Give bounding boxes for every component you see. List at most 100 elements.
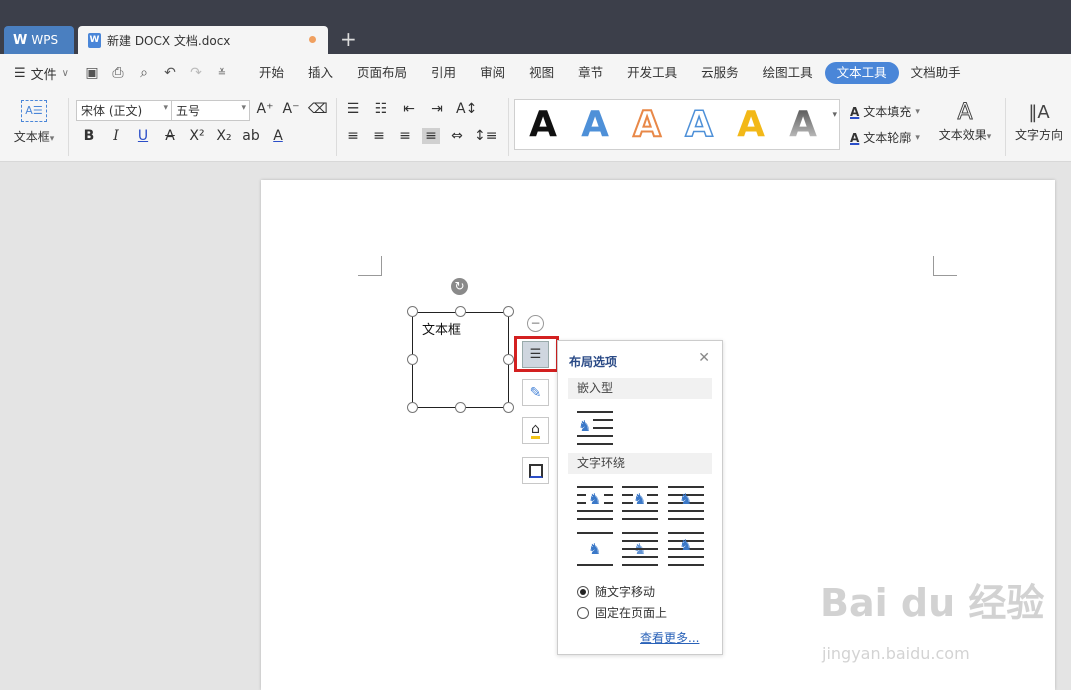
move-with-text-option[interactable]: 随文字移动 xyxy=(577,583,655,600)
resize-handle-top-left[interactable] xyxy=(407,306,418,317)
shrink-font-icon[interactable]: A⁻ xyxy=(282,101,300,117)
bullet-list-icon[interactable]: ☰ xyxy=(344,101,362,117)
tab-insert[interactable]: 插入 xyxy=(296,62,345,84)
text-fill-button[interactable]: A 文本填充 ▾ xyxy=(850,103,920,120)
tab-wps-label: WPS xyxy=(31,33,59,47)
text-box-content[interactable]: 文本框 xyxy=(422,319,461,338)
clear-format-icon[interactable]: ⌫ xyxy=(308,101,328,117)
text-style-gradient[interactable]: A xyxy=(785,103,821,147)
distribute-icon[interactable]: ⇔ xyxy=(448,128,466,144)
highlight-icon[interactable]: ab xyxy=(242,128,260,144)
underline-icon[interactable]: U xyxy=(134,128,152,144)
redo-icon[interactable]: ↷ xyxy=(187,65,205,81)
superscript-icon[interactable]: X² xyxy=(188,128,206,144)
tab-wps[interactable]: W WPS xyxy=(4,26,74,54)
wrap-top-bottom-icon[interactable]: ♞ xyxy=(577,532,613,566)
tab-cloud[interactable]: 云服务 xyxy=(689,62,751,84)
text-spacing-icon[interactable]: A↕ xyxy=(456,101,477,117)
resize-handle-bottom-left[interactable] xyxy=(407,402,418,413)
file-menu-button[interactable]: ☰ 文件 ∨ xyxy=(0,64,69,83)
hamburger-icon: ☰ xyxy=(14,65,26,81)
fill-button[interactable]: ⌂ xyxy=(522,417,549,444)
wrap-inline-icon[interactable]: ♞ xyxy=(577,411,613,445)
text-outline-label: 文本轮廓 xyxy=(863,131,912,145)
subscript-icon[interactable]: X₂ xyxy=(215,128,233,144)
text-style-gold[interactable]: A xyxy=(733,103,769,147)
word-doc-icon: W xyxy=(88,32,101,48)
tab-sections[interactable]: 章节 xyxy=(566,62,615,84)
popup-title: 布局选项 xyxy=(569,355,618,369)
text-style-black[interactable]: A xyxy=(525,103,561,147)
decrease-indent-icon[interactable]: ⇤ xyxy=(400,101,418,117)
brush-button[interactable]: ✎ xyxy=(522,379,549,406)
textbox-button[interactable]: A☰ 文本框▾ xyxy=(8,100,60,145)
font-name-select[interactable]: 宋体 (正文) xyxy=(76,100,172,121)
font-color-icon[interactable]: A xyxy=(269,128,287,144)
italic-icon[interactable]: I xyxy=(107,128,125,144)
text-style-blue[interactable]: A xyxy=(577,103,613,147)
strikethrough-icon[interactable]: A xyxy=(161,128,179,144)
text-direction-icon: ‖A xyxy=(1028,102,1050,123)
font-size-select[interactable]: 五号 xyxy=(171,100,250,121)
bold-icon[interactable]: B xyxy=(80,128,98,144)
unsaved-dot-icon[interactable] xyxy=(309,36,316,43)
tab-page-layout[interactable]: 页面布局 xyxy=(345,62,419,84)
tab-document[interactable]: W 新建 DOCX 文档.docx xyxy=(78,26,328,54)
increase-indent-icon[interactable]: ⇥ xyxy=(428,101,446,117)
line-spacing-icon[interactable]: ↕≡ xyxy=(474,128,497,144)
new-tab-button[interactable]: + xyxy=(340,28,357,50)
margin-marker-left xyxy=(358,256,382,276)
grow-font-icon[interactable]: A⁺ xyxy=(256,101,274,117)
align-left-icon[interactable]: ≡ xyxy=(344,128,362,144)
numbered-list-icon[interactable]: ☷ xyxy=(372,101,390,117)
resize-handle-left[interactable] xyxy=(407,354,418,365)
fix-on-page-option[interactable]: 固定在页面上 xyxy=(577,604,667,621)
text-direction-label: 文字方向 xyxy=(1014,128,1063,142)
text-outline-button[interactable]: A 文本轮廓 ▾ xyxy=(850,129,920,146)
tab-view[interactable]: 视图 xyxy=(517,62,566,84)
wrap-through-icon[interactable]: ♞ xyxy=(668,486,704,520)
baidu-watermark-logo: Bai du 经验 xyxy=(820,581,1045,625)
justify-icon[interactable]: ≡ xyxy=(422,128,440,144)
wrap-tight-icon[interactable]: ♞ xyxy=(622,486,658,520)
text-box[interactable]: 文本框 xyxy=(412,312,509,408)
resize-handle-bottom[interactable] xyxy=(455,402,466,413)
radio-fix-on-page[interactable] xyxy=(577,606,589,619)
tab-developer[interactable]: 开发工具 xyxy=(615,62,689,84)
radio-move-with-text[interactable] xyxy=(577,585,589,598)
save-icon[interactable]: ▣ xyxy=(83,65,101,81)
wrap-square-icon[interactable]: ♞ xyxy=(577,486,613,520)
text-style-orange-outline[interactable]: A xyxy=(629,103,665,147)
text-direction-button[interactable]: ‖A 文字方向 xyxy=(1012,100,1066,143)
tab-references[interactable]: 引用 xyxy=(419,62,468,84)
see-more-link[interactable]: 查看更多... xyxy=(640,629,699,646)
font-size-tools: A⁺ A⁻ ⌫ xyxy=(256,101,328,117)
resize-handle-top[interactable] xyxy=(455,306,466,317)
wrap-behind-text-icon[interactable]: ♞ xyxy=(622,532,658,566)
gallery-expand-icon[interactable]: ▾ xyxy=(832,110,837,120)
align-center-icon[interactable]: ≡ xyxy=(370,128,388,144)
paragraph-tools-top: ☰ ☷ ⇤ ⇥ A↕ xyxy=(344,101,478,117)
inline-section-heading: 嵌入型 xyxy=(568,378,712,399)
collapse-toolbar-icon[interactable]: − xyxy=(527,315,544,332)
print-preview-icon[interactable]: ⌕ xyxy=(135,65,153,81)
close-icon[interactable]: ✕ xyxy=(698,350,710,366)
text-fill-icon: A xyxy=(850,104,860,119)
tab-text-tools[interactable]: 文本工具 xyxy=(824,62,899,84)
customize-dropdown-icon[interactable]: ≚ xyxy=(213,68,231,79)
resize-handle-top-right[interactable] xyxy=(503,306,514,317)
text-style-blue-outline[interactable]: A xyxy=(681,103,717,147)
tab-review[interactable]: 审阅 xyxy=(468,62,517,84)
resize-handle-right[interactable] xyxy=(503,354,514,365)
wrap-in-front-icon[interactable]: ♞ xyxy=(668,532,704,566)
tab-home[interactable]: 开始 xyxy=(247,62,296,84)
align-right-icon[interactable]: ≡ xyxy=(396,128,414,144)
outline-button[interactable] xyxy=(522,457,549,484)
tab-drawing-tools[interactable]: 绘图工具 xyxy=(751,62,825,84)
rotate-handle-icon[interactable]: ↻ xyxy=(451,278,468,295)
print-icon[interactable]: ⎙ xyxy=(109,65,127,81)
resize-handle-bottom-right[interactable] xyxy=(503,402,514,413)
undo-icon[interactable]: ↶ xyxy=(161,65,179,81)
tab-doc-assistant[interactable]: 文档助手 xyxy=(899,62,973,84)
text-effect-button[interactable]: A 文本效果▾ xyxy=(934,100,996,143)
